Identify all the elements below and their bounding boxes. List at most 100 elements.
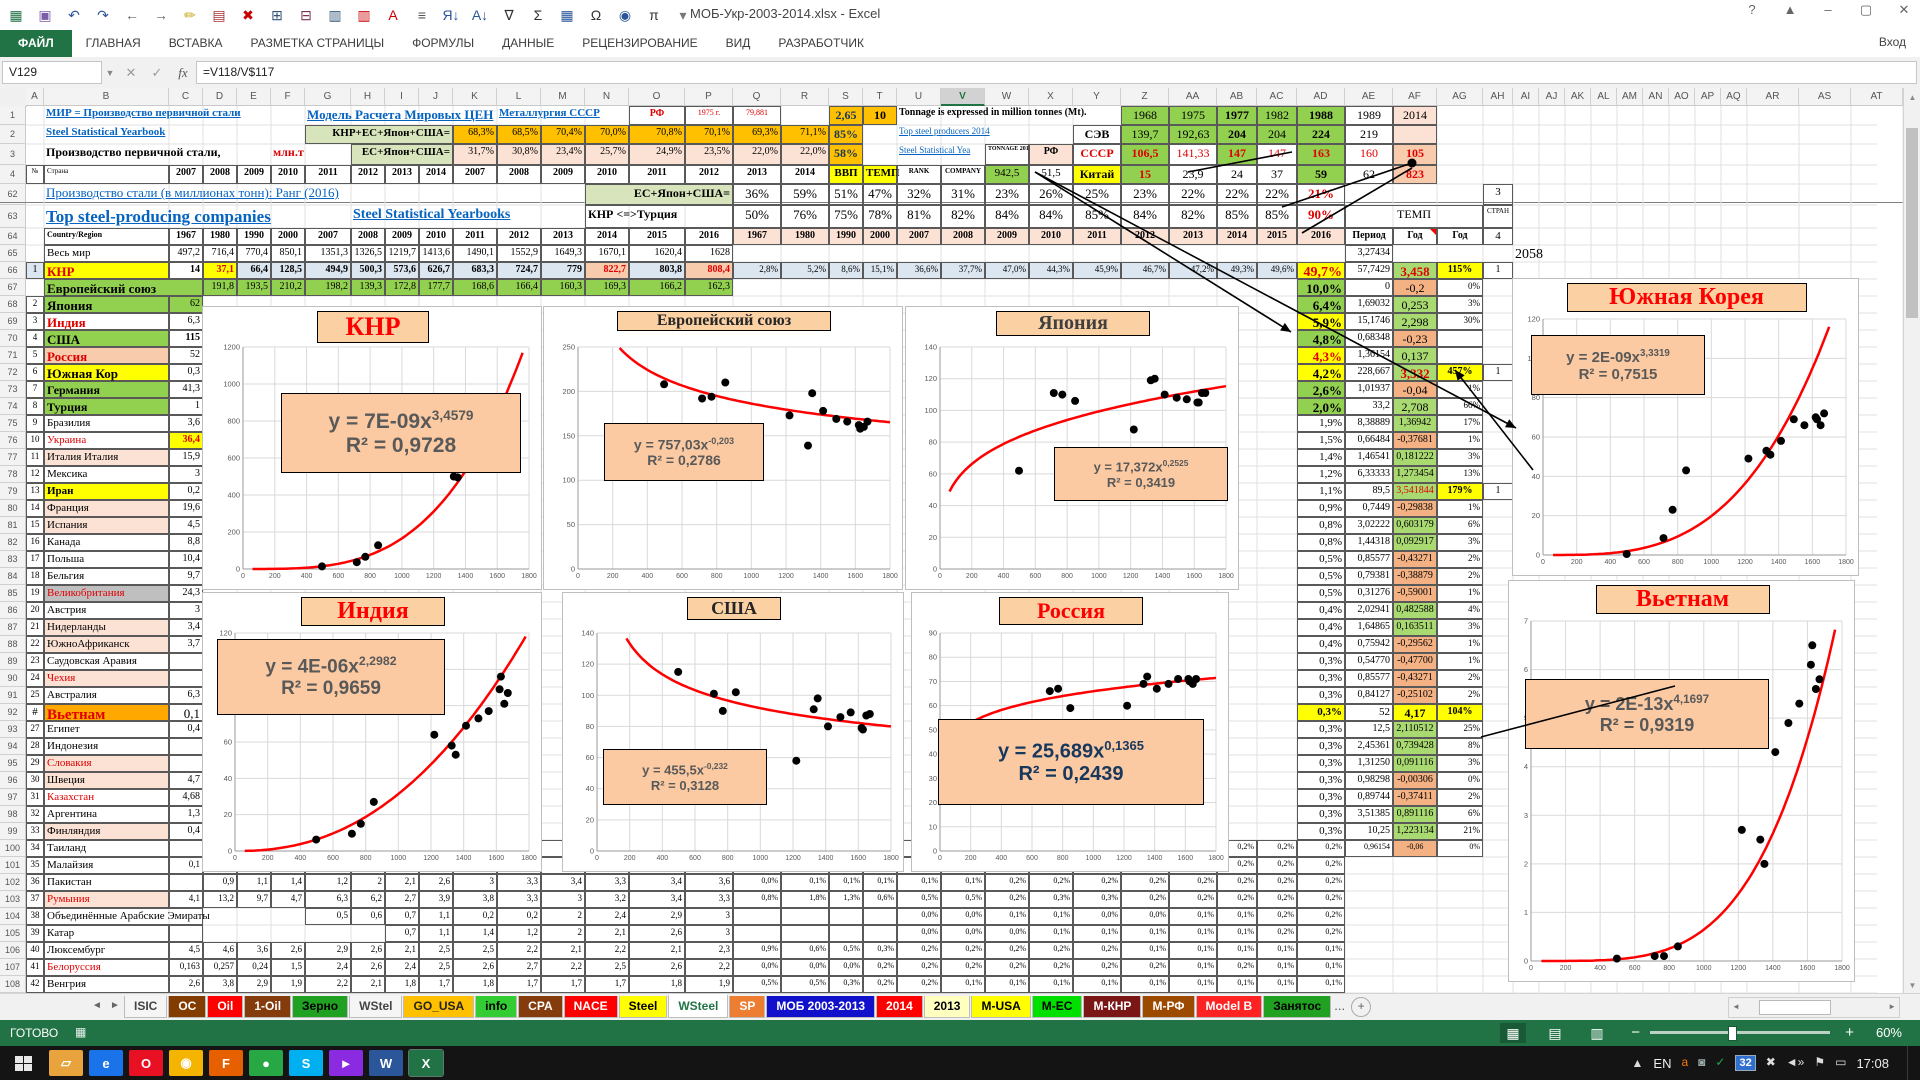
hscroll-thumb[interactable] [1759,1000,1831,1015]
cell-B104[interactable]: Объединённые Арабские Эмираты [44,908,203,925]
cell-X62[interactable]: 26% [1029,184,1073,205]
cell-A91[interactable]: 25 [26,687,44,704]
cell-F67[interactable]: 210,2 [271,279,305,296]
cell-C87[interactable]: 3,4 [169,619,203,636]
cell-AF68[interactable]: 0,253 [1393,296,1437,313]
cell-A78[interactable]: 12 [26,466,44,483]
cell-R3[interactable]: 22,0% [781,144,829,165]
taskbar-opera-icon[interactable]: O [129,1050,163,1076]
macro-record-icon[interactable]: ▦ [75,1025,86,1039]
cell-I108[interactable]: 1,8 [385,976,419,993]
cell-M102[interactable]: 3,4 [541,874,585,891]
cell-X106[interactable]: 0,2% [1029,942,1073,959]
cell-L66[interactable]: 724,7 [497,262,541,279]
cell-U107[interactable]: 0,2% [897,959,941,976]
delete-cells-icon[interactable]: ✖ [238,4,258,26]
cell-H103[interactable]: 6,2 [351,891,385,908]
cell-S3[interactable]: 58% [829,144,863,165]
cell-AE98[interactable]: 3,51385 [1345,806,1393,823]
cell-Q2[interactable]: 69,3% [733,125,781,144]
delete-row-icon[interactable]: ⊟ [296,4,316,26]
show-desktop-button[interactable] [1907,1046,1914,1080]
cell-AF88[interactable]: -0,29562 [1393,636,1437,653]
cell-I104[interactable]: 0,7 [385,908,419,925]
cell-AD102[interactable]: 0,2% [1297,874,1345,891]
worksheet[interactable]: ABCDEFGHIJKLMNOPQRSTUVWXYZAAABACADAEAFAG… [0,88,1920,993]
cell-O64[interactable]: 2015 [629,228,685,245]
cell-Y63[interactable]: 85% [1073,205,1121,228]
cell-R105[interactable] [781,925,829,942]
cell-C76[interactable]: 36,4 [169,432,203,449]
sheet-tab-Oil[interactable]: Oil [207,996,243,1018]
cell-J102[interactable]: 2,6 [419,874,453,891]
cell-G106[interactable]: 2,9 [305,942,351,959]
cell-AB107[interactable]: 0,2% [1217,959,1257,976]
cell-K64[interactable]: 2011 [453,228,497,245]
cell-Z63[interactable]: 84% [1121,205,1169,228]
align-icon[interactable]: ≡ [412,4,432,26]
cell-AC4[interactable]: 37 [1257,165,1297,184]
cell-AF89[interactable]: -0,47700 [1393,653,1437,670]
ribbon-tab-данные[interactable]: ДАННЫЕ [488,30,568,57]
cell-I103[interactable]: 2,7 [385,891,419,908]
cell-L105[interactable]: 1,2 [497,925,541,942]
cell-AE84[interactable]: 0,79381 [1345,568,1393,585]
cell-K103[interactable]: 3,8 [453,891,497,908]
cell-B66[interactable]: КНР [44,262,169,279]
insert-cells-icon[interactable]: ▤ [209,4,229,26]
cell-L106[interactable]: 2,2 [497,942,541,959]
cell-C80[interactable]: 19,6 [169,500,203,517]
ribbon-tab-главная[interactable]: ГЛАВНАЯ [72,30,155,57]
cell-AE92[interactable]: 52 [1345,704,1393,721]
cell-AD4[interactable]: 59 [1297,165,1345,184]
cell-Z4[interactable]: 15 [1121,165,1169,184]
start-button[interactable] [0,1046,46,1080]
scroll-thumb[interactable] [1906,128,1918,318]
cell-F64[interactable]: 2000 [271,228,305,245]
cell-Q103[interactable]: 0,8% [733,891,781,908]
cell-C82[interactable]: 8,8 [169,534,203,551]
cell-O107[interactable]: 2,6 [629,959,685,976]
cell-A86[interactable]: 20 [26,602,44,619]
cell-S1[interactable]: 2,65 [829,106,863,125]
cell-AD73[interactable]: 2,6% [1297,381,1345,398]
cell-A79[interactable]: 13 [26,483,44,500]
cell-AF94[interactable]: 0,739428 [1393,738,1437,755]
cell-M104[interactable]: 2 [541,908,585,925]
cell-AE97[interactable]: 0,89744 [1345,789,1393,806]
cell-C84[interactable]: 9,7 [169,568,203,585]
cell-P106[interactable]: 2,3 [685,942,733,959]
sign-in[interactable]: Вход [1879,35,1906,49]
sheet-tab-M-КНР[interactable]: M-КНР [1083,996,1141,1018]
cell-J107[interactable]: 2,5 [419,959,453,976]
cell-U104[interactable]: 0,0% [897,908,941,925]
cell-AF3[interactable]: 105 [1393,144,1437,165]
cell-AA2[interactable]: 192,63 [1169,125,1217,144]
cell-K67[interactable]: 168,6 [453,279,497,296]
pi-icon[interactable]: π [644,4,664,26]
cell-Z107[interactable]: 0,2% [1121,959,1169,976]
cell-AD67[interactable]: 10,0% [1297,279,1345,296]
sort-za-icon[interactable]: А↓ [470,4,490,26]
cell-AD87[interactable]: 0,4% [1297,619,1345,636]
sheet-tab-МОБ 2003-2013[interactable]: МОБ 2003-2013 [766,996,875,1018]
cell-A100[interactable]: 34 [26,840,44,857]
cell-AG81[interactable]: 6% [1437,517,1483,534]
cell-AB105[interactable]: 0,1% [1217,925,1257,942]
cell-B100[interactable]: Таиланд [44,840,169,857]
sheet-tab-CPA[interactable]: CPA [518,996,562,1018]
cell-A72[interactable]: 6 [26,364,44,381]
cell-A84[interactable]: 18 [26,568,44,585]
cell-AG94[interactable]: 8% [1437,738,1483,755]
cell-C102[interactable] [169,874,203,891]
cell-AD71[interactable]: 4,3% [1297,347,1345,364]
sheet-tab-M-EC[interactable]: M-EC [1032,996,1083,1018]
cell-Q106[interactable]: 0,9% [733,942,781,959]
cell-AD2[interactable]: 224 [1297,125,1345,144]
cell-G1[interactable]: Модель Расчета Мировых ЦЕН [305,106,453,125]
cell-X64[interactable]: 2010 [1029,228,1073,245]
cell-J64[interactable]: 2010 [419,228,453,245]
cell-AD91[interactable]: 0,3% [1297,687,1345,704]
tray-speaker-icon[interactable]: ◄» [1786,1055,1805,1071]
cell-AF87[interactable]: 0,163511 [1393,619,1437,636]
